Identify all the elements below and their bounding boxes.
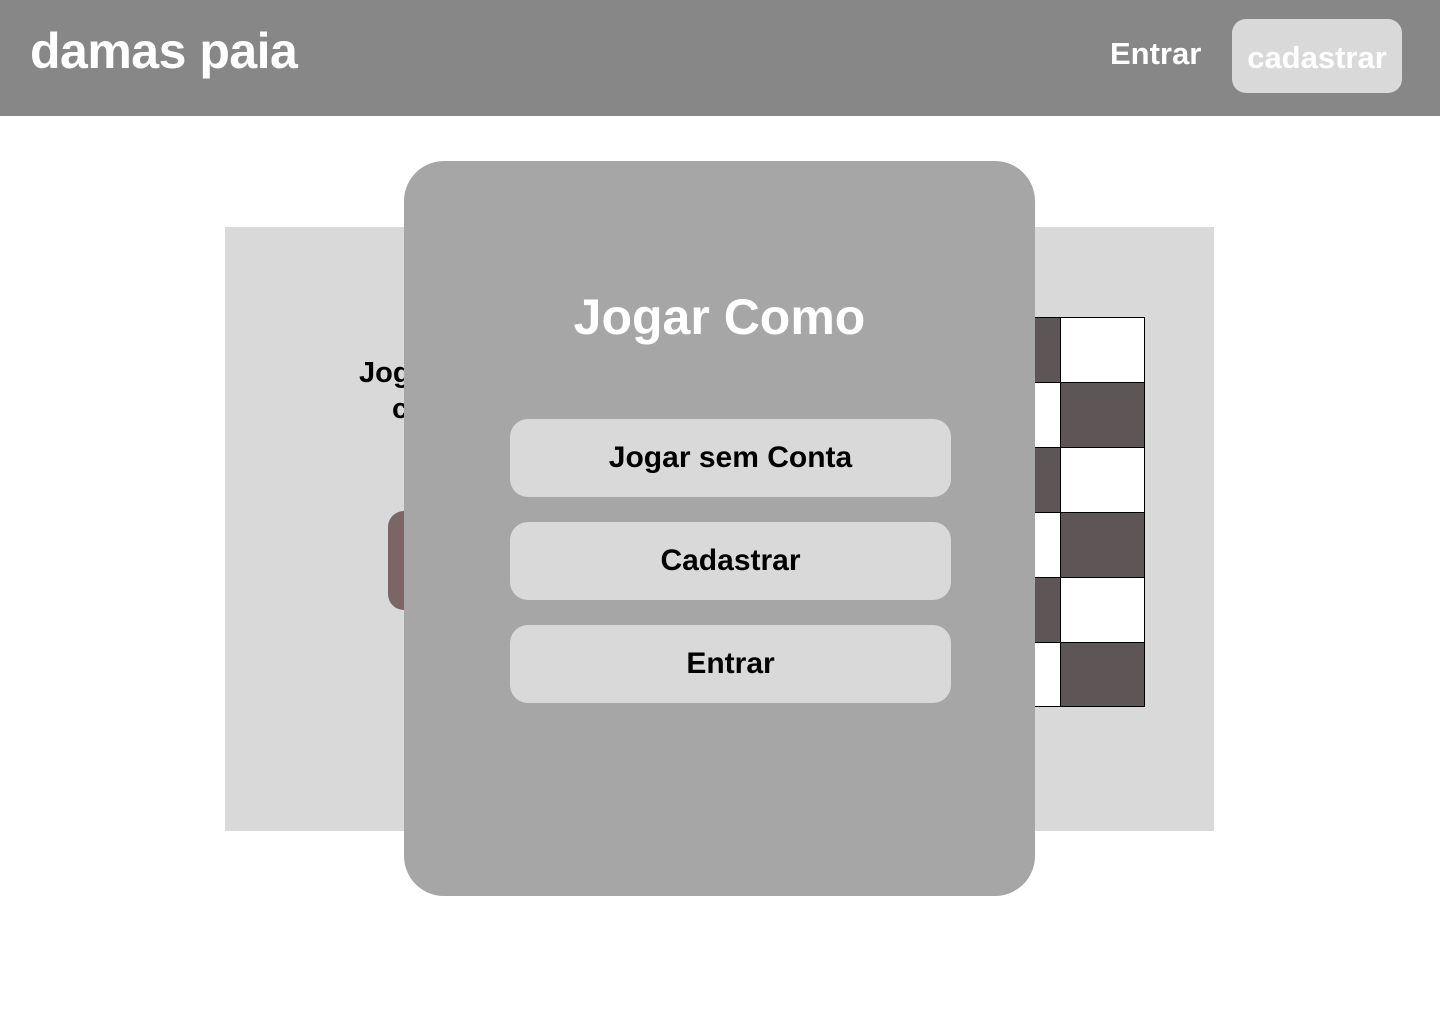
board-cell xyxy=(1060,447,1145,513)
brand-logo[interactable]: damas paia xyxy=(30,20,298,82)
modal-title: Jogar Como xyxy=(573,289,866,345)
login-button[interactable]: Entrar xyxy=(510,625,951,703)
board-cell xyxy=(1060,512,1145,578)
play-as-modal: Jogar Como Jogar sem Conta Cadastrar Ent… xyxy=(404,161,1035,896)
top-navbar: damas paia Entrar cadastrar xyxy=(0,0,1440,116)
board-cell xyxy=(1060,382,1145,448)
board-cell xyxy=(1060,317,1145,383)
signup-button[interactable]: cadastrar xyxy=(1232,19,1402,93)
register-button[interactable]: Cadastrar xyxy=(510,522,951,600)
play-without-account-button[interactable]: Jogar sem Conta xyxy=(510,419,951,497)
login-link[interactable]: Entrar xyxy=(1110,34,1201,74)
board-cell xyxy=(1060,577,1145,643)
board-cell xyxy=(1060,642,1145,707)
